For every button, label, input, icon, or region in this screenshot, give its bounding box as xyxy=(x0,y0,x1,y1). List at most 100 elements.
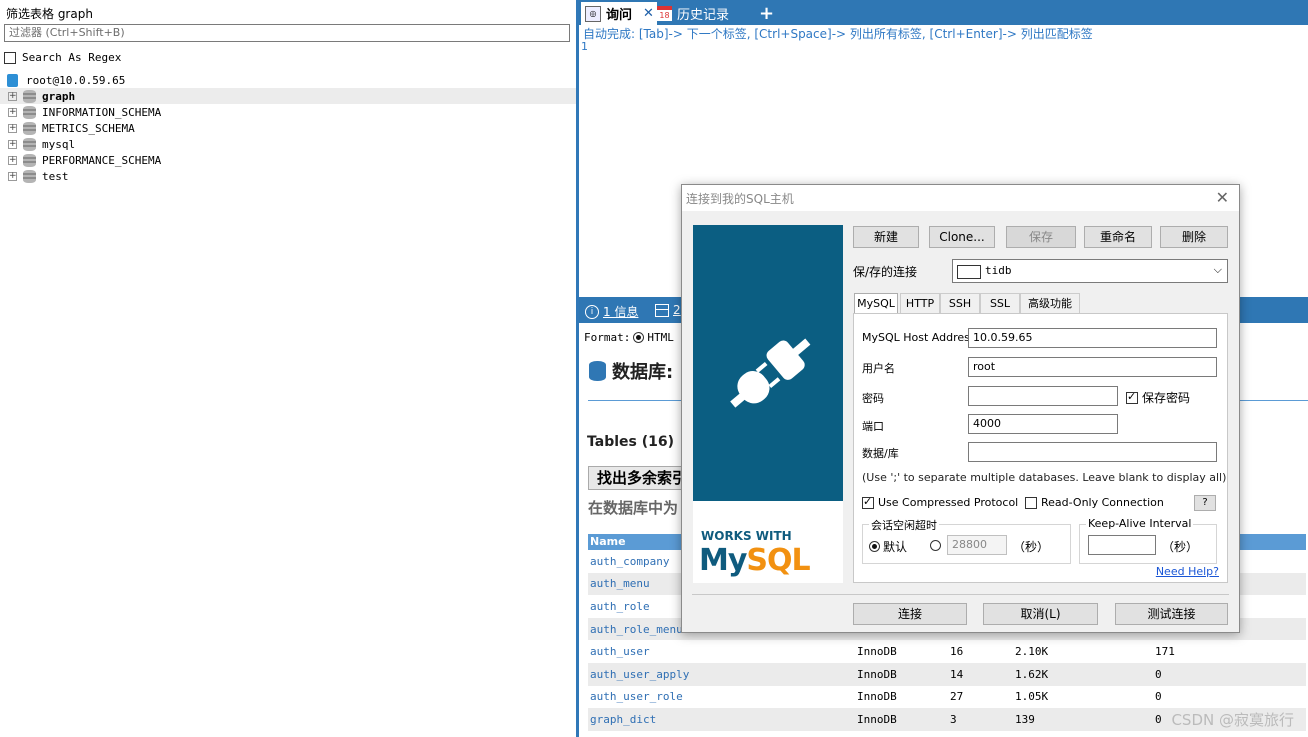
compressed-label: Use Compressed Protocol xyxy=(878,496,1019,509)
password-input[interactable] xyxy=(968,386,1118,406)
saved-connections-label: 保/存的连接 xyxy=(853,265,918,279)
test-connection-button[interactable]: 测试连接 xyxy=(1115,603,1228,625)
host-input[interactable]: 10.0.59.65 xyxy=(968,328,1217,348)
tab-ssl[interactable]: SSL xyxy=(980,293,1020,313)
calendar-icon: 18 xyxy=(657,6,672,21)
database-icon xyxy=(23,105,36,119)
format-row: Format: HTML xyxy=(584,331,674,344)
cell-size: 1.62K xyxy=(1015,667,1049,681)
user-input[interactable]: root xyxy=(968,357,1217,377)
new-button[interactable]: 新建 xyxy=(853,226,919,248)
db-node-mysql[interactable]: + mysql xyxy=(0,136,576,152)
close-icon[interactable]: ✕ xyxy=(643,6,654,21)
tab-result-grid[interactable]: 2 xyxy=(655,303,681,317)
tab-grid-label: 2 xyxy=(673,303,681,317)
compressed-checkbox[interactable] xyxy=(862,495,874,509)
dialog-titlebar[interactable]: 连接到我的SQL主机 ✕ xyxy=(682,185,1239,211)
cell-engine: InnoDB xyxy=(857,645,897,659)
keepalive-input[interactable] xyxy=(1088,535,1156,555)
tab-advanced[interactable]: 高级功能 xyxy=(1020,293,1080,313)
cancel-button[interactable]: 取消(L) xyxy=(983,603,1098,625)
watermark: CSDN @寂寞旅行 xyxy=(1171,711,1294,729)
save-password-option[interactable]: 保存密码 xyxy=(1126,389,1190,406)
database-tree: root@10.0.59.65 + graph + INFORMATION_SC… xyxy=(0,72,576,184)
db-node-information-schema[interactable]: + INFORMATION_SCHEMA xyxy=(0,104,576,120)
table-name-link[interactable]: auth_user_apply xyxy=(588,668,857,681)
rename-button[interactable]: 重命名 xyxy=(1084,226,1152,248)
mysql-logo: MySQL xyxy=(699,543,811,578)
close-icon[interactable]: ✕ xyxy=(1216,188,1229,207)
seconds-label: （秒） xyxy=(1013,540,1050,554)
server-icon xyxy=(7,73,18,87)
expand-icon[interactable]: + xyxy=(8,91,17,101)
tab-history[interactable]: 18 历史记录 xyxy=(657,2,729,25)
table-name-link[interactable]: auth_user xyxy=(588,645,857,658)
plug-icon xyxy=(730,338,811,408)
port-input[interactable]: 4000 xyxy=(968,414,1118,434)
add-tab-button[interactable]: + xyxy=(759,2,774,25)
keepalive-label: Keep-Alive Interval xyxy=(1086,517,1194,530)
cell-rows: 27 xyxy=(950,690,964,704)
readonly-option[interactable]: Read-Only Connection xyxy=(1025,496,1164,509)
database-heading: 数据库: xyxy=(589,358,673,384)
password-label: 密码 xyxy=(862,392,884,405)
timeout-input[interactable]: 28800 xyxy=(947,535,1007,555)
need-help-link[interactable]: Need Help? xyxy=(1156,565,1219,578)
db-node-test[interactable]: + test xyxy=(0,168,576,184)
expand-icon[interactable]: + xyxy=(8,139,17,149)
save-password-checkbox[interactable] xyxy=(1126,390,1138,404)
db-label: METRICS_SCHEMA xyxy=(42,121,135,135)
col-name: Name xyxy=(590,535,626,548)
tab-ssh[interactable]: SSH xyxy=(940,293,980,313)
expand-icon[interactable]: + xyxy=(8,155,17,165)
save-button[interactable]: 保存 xyxy=(1006,226,1076,248)
in-database-text: 在数据库中为 xyxy=(588,499,679,517)
db-node-performance-schema[interactable]: + PERFORMANCE_SCHEMA xyxy=(0,152,576,168)
custom-timeout-radio[interactable] xyxy=(930,540,941,551)
default-radio[interactable] xyxy=(869,541,880,552)
cell-rows: 3 xyxy=(950,712,957,726)
tab-http[interactable]: HTTP xyxy=(900,293,940,313)
regex-checkbox[interactable] xyxy=(4,51,16,64)
html-label: HTML xyxy=(647,331,674,344)
db-node-metrics-schema[interactable]: + METRICS_SCHEMA xyxy=(0,120,576,136)
cell-auto: 171 xyxy=(1155,645,1175,659)
help-question-button[interactable]: ? xyxy=(1194,495,1216,511)
tab-bar: ◎ 询问 ✕ 18 历史记录 + xyxy=(579,0,1308,25)
connect-button[interactable]: 连接 xyxy=(853,603,967,625)
database-label: 数据/库 xyxy=(862,447,899,460)
expand-icon[interactable]: + xyxy=(8,123,17,133)
divider xyxy=(692,594,1229,595)
table-name-link[interactable]: auth_user_role xyxy=(588,690,857,703)
db-node-graph[interactable]: + graph xyxy=(0,88,576,104)
tab-history-label: 历史记录 xyxy=(677,8,730,23)
chevron-down-icon: ⌵ xyxy=(1213,263,1222,276)
expand-icon[interactable]: + xyxy=(8,107,17,117)
tables-heading: Tables (16) xyxy=(587,434,674,450)
session-timeout-label: 会话空闲超时 xyxy=(869,517,939,533)
clone-button[interactable]: Clone... xyxy=(929,226,995,248)
tab-info[interactable]: i 1 信息 xyxy=(585,303,638,320)
delete-button[interactable]: 删除 xyxy=(1160,226,1228,248)
compressed-option[interactable]: Use Compressed Protocol xyxy=(862,495,1019,509)
object-browser: 筛选表格 graph 过滤器 (Ctrl+Shift+B) Search As … xyxy=(0,0,576,737)
tab-info-label: 1 信息 xyxy=(603,305,639,319)
filter-input[interactable]: 过滤器 (Ctrl+Shift+B) xyxy=(4,24,570,42)
database-icon xyxy=(23,121,36,135)
table-name-link[interactable]: graph_dict xyxy=(588,713,857,726)
default-option[interactable]: 默认 xyxy=(869,538,907,555)
db-label: test xyxy=(42,169,69,183)
database-input[interactable] xyxy=(968,442,1217,462)
saved-connections-select[interactable]: tidb ⌵ xyxy=(952,259,1228,283)
readonly-checkbox[interactable] xyxy=(1025,496,1037,509)
expand-icon[interactable]: + xyxy=(8,171,17,181)
info-icon: i xyxy=(585,304,599,319)
html-radio[interactable] xyxy=(633,332,645,343)
tab-query[interactable]: ◎ 询问 ✕ xyxy=(581,2,657,25)
server-node[interactable]: root@10.0.59.65 xyxy=(0,72,576,88)
database-note: (Use ';' to separate multiple databases.… xyxy=(862,471,1227,484)
tab-mysql[interactable]: MySQL xyxy=(854,293,898,314)
db-label: graph xyxy=(42,89,76,103)
keepalive-seconds-label: （秒） xyxy=(1162,540,1199,554)
regex-option[interactable]: Search As Regex xyxy=(4,51,121,64)
